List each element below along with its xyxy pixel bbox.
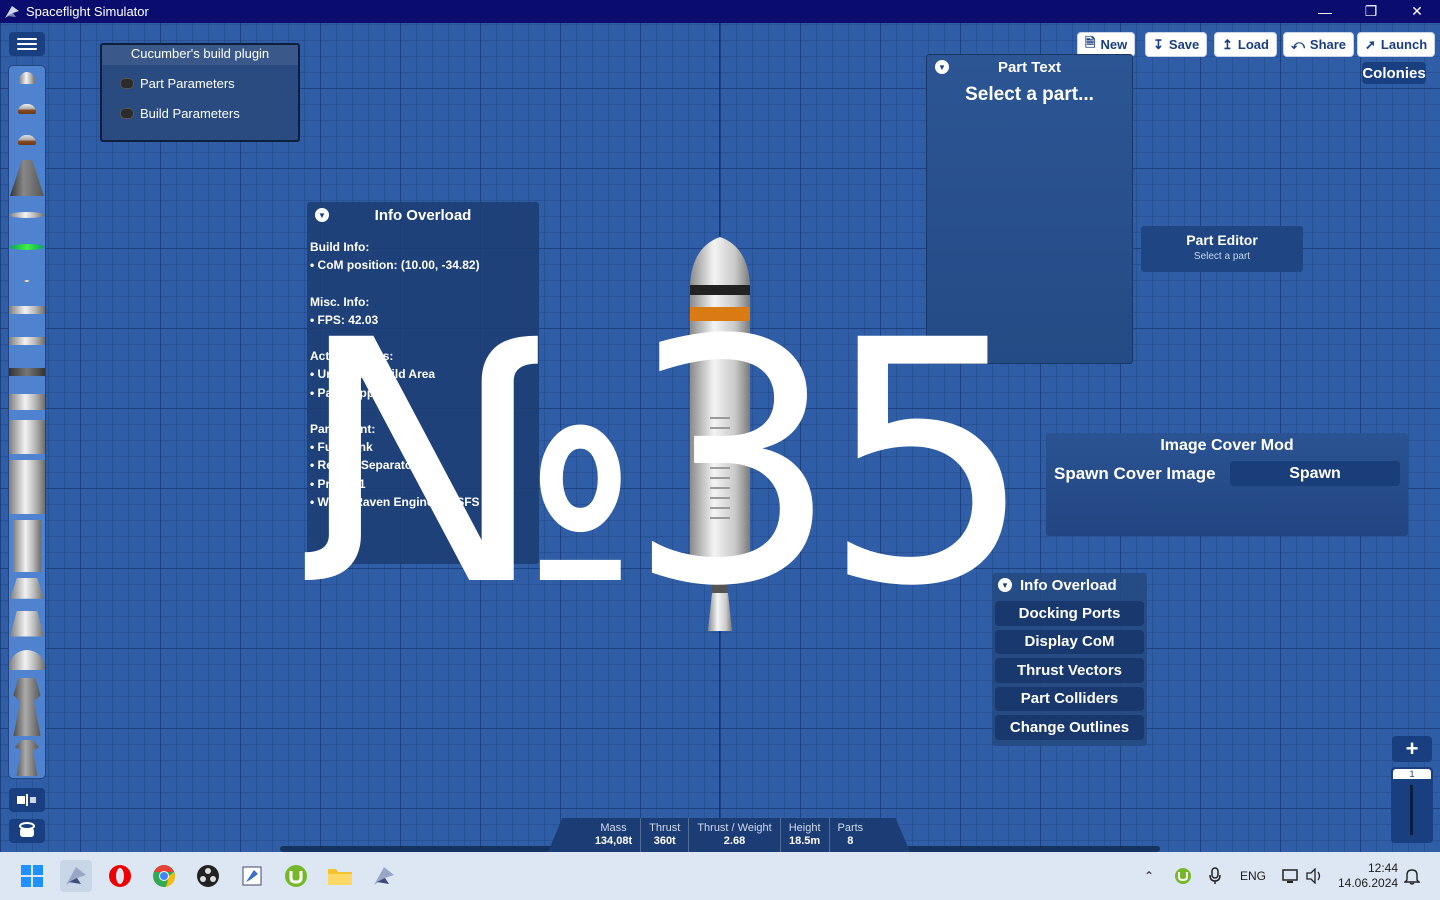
close-button[interactable]: ✕ xyxy=(1394,0,1440,23)
part-separator[interactable] xyxy=(9,306,45,314)
part-parachute[interactable] xyxy=(10,244,44,250)
part-parameters-toggle[interactable]: Part Parameters xyxy=(102,76,298,91)
load-button[interactable]: ↥ Load xyxy=(1214,32,1277,57)
spaceflight-simulator-taskbar-icon[interactable] xyxy=(60,860,92,892)
part-fuel-tank-medium[interactable] xyxy=(9,420,45,454)
part-small-dot[interactable] xyxy=(24,280,30,282)
part-fuel-tank-xl[interactable] xyxy=(13,520,41,572)
rocket-icon: ➚ xyxy=(1365,36,1376,52)
part-editor-panel[interactable]: Part Editor Select a part xyxy=(1141,226,1303,272)
utorrent-icon[interactable] xyxy=(280,860,312,892)
stat-height: Height 18.5m xyxy=(781,818,830,852)
collapse-triangle-icon[interactable]: ▼ xyxy=(315,208,329,222)
part-editor-subtitle: Select a part xyxy=(1193,251,1251,262)
part-fairing-adapter[interactable] xyxy=(10,611,44,637)
image-cover-title: Image Cover Mod xyxy=(1160,437,1294,454)
part-fuel-tank-small[interactable] xyxy=(9,394,45,410)
symmetry-toggle-button[interactable] xyxy=(9,788,45,812)
part-cone-capsule[interactable] xyxy=(10,160,44,196)
stat-thrust: Thrust 360t xyxy=(641,818,690,852)
part-capsule-medium[interactable] xyxy=(18,104,36,114)
clock-time: 12:44 xyxy=(1367,861,1398,875)
spaceflight-simulator-2-icon[interactable] xyxy=(368,860,400,892)
app-icon xyxy=(4,5,20,19)
collapse-triangle-icon[interactable]: ▼ xyxy=(935,60,949,74)
display-com-button[interactable]: Display CoM xyxy=(995,629,1144,654)
spawn-cover-label: Spawn Cover Image xyxy=(1054,463,1216,483)
info-line: Build Info: xyxy=(310,240,370,254)
build-parameters-toggle[interactable]: Build Parameters xyxy=(102,106,298,121)
spawn-button[interactable]: Spawn xyxy=(1230,461,1400,486)
part-fuel-tank-large[interactable] xyxy=(9,460,45,514)
part-text-title: Part Text xyxy=(997,58,1062,76)
part-nose-cone[interactable] xyxy=(9,650,45,670)
part-editor-title: Part Editor xyxy=(1186,232,1258,248)
stats-bar: Mass 134,08t Thrust 360t Thrust / Weight 2.… xyxy=(548,818,910,852)
new-file-icon: 🗎 xyxy=(1085,34,1096,50)
part-engine-large[interactable] xyxy=(13,678,41,736)
zoom-level[interactable]: 1 xyxy=(1393,769,1431,779)
share-button[interactable]: ⤺ Share xyxy=(1283,32,1355,57)
colonies-button[interactable]: Colonies xyxy=(1362,62,1426,84)
part-text-placeholder: Select a part... xyxy=(965,84,1094,105)
part-heat-shield[interactable] xyxy=(9,212,45,218)
zoom-track-bar xyxy=(1410,785,1413,835)
notifications-bell-icon[interactable] xyxy=(1404,852,1420,900)
thrust-vectors-button[interactable]: Thrust Vectors xyxy=(995,658,1144,683)
window-title: Spaceflight Simulator xyxy=(26,4,149,19)
stat-mass: Mass 134,08t xyxy=(587,818,642,852)
minimize-button[interactable]: — xyxy=(1302,0,1348,23)
share-icon: ⤺ xyxy=(1291,36,1305,52)
utorrent-tray-icon[interactable] xyxy=(1174,852,1192,900)
rotate-camera-button[interactable] xyxy=(9,819,45,843)
language-indicator[interactable]: ENG xyxy=(1240,852,1266,900)
info-overload-header: ▼ Info Overload xyxy=(307,202,539,228)
windows-start-icon[interactable] xyxy=(16,860,48,892)
download-icon: ↧ xyxy=(1153,36,1164,52)
chrome-icon[interactable] xyxy=(148,860,180,892)
zoom-slider[interactable]: 1 xyxy=(1391,767,1433,843)
obs-icon[interactable] xyxy=(192,860,224,892)
hamburger-menu-button[interactable] xyxy=(9,32,45,56)
taskbar-clock[interactable]: 12:44 14.06.2024 xyxy=(1338,861,1398,891)
volume-icon[interactable] xyxy=(1306,852,1324,900)
zoom-in-button[interactable]: + xyxy=(1392,736,1432,762)
restore-button[interactable]: ❐ xyxy=(1348,0,1394,23)
clock-date: 14.06.2024 xyxy=(1338,876,1399,890)
opera-icon[interactable] xyxy=(104,860,136,892)
show-hidden-icons-chevron-up-icon[interactable]: ⌃ xyxy=(1144,852,1154,900)
build-plugin-panel: Cucumber's build plugin Part Parameters … xyxy=(100,43,300,142)
launch-button[interactable]: ➚ Launch xyxy=(1357,32,1436,57)
network-icon[interactable] xyxy=(1282,852,1300,900)
part-engine-small[interactable] xyxy=(15,740,39,776)
part-capsule-small[interactable] xyxy=(19,72,35,84)
parts-sidebar[interactable] xyxy=(8,65,46,779)
part-adapter[interactable] xyxy=(10,578,44,599)
save-button[interactable]: ↧ Save xyxy=(1145,32,1208,57)
part-text-header: ▼ Part Text xyxy=(927,55,1132,79)
part-colliders-button[interactable]: Part Colliders xyxy=(995,686,1144,711)
build-area[interactable]: Cucumber's build plugin Part Parameters … xyxy=(0,23,1440,852)
part-ring[interactable] xyxy=(9,337,45,345)
stat-parts: Parts 8 xyxy=(837,822,864,847)
info-overload-title: Info Overload xyxy=(374,206,472,224)
change-outlines-button[interactable]: Change Outlines xyxy=(995,715,1144,740)
overlay-number-text: №35 xyxy=(296,270,1035,660)
part-dark-separator[interactable] xyxy=(9,368,45,376)
microphone-icon[interactable] xyxy=(1208,852,1222,900)
editor-icon[interactable] xyxy=(236,860,268,892)
toggle-icon xyxy=(120,108,134,119)
upload-icon: ↥ xyxy=(1222,36,1233,52)
build-plugin-title: Cucumber's build plugin xyxy=(102,45,298,65)
part-capsule-heat[interactable] xyxy=(18,135,36,145)
taskbar: ⌃ ENG 12:44 14.06.2024 xyxy=(0,852,1440,900)
title-bar: Spaceflight Simulator — ❐ ✕ xyxy=(0,0,1440,23)
stat-thrust-weight: Thrust / Weight 2.68 xyxy=(689,818,781,852)
file-explorer-icon[interactable] xyxy=(324,860,356,892)
toggle-icon xyxy=(120,78,134,89)
image-cover-panel: Image Cover Mod Spawn Cover Image Spawn xyxy=(1046,433,1408,536)
